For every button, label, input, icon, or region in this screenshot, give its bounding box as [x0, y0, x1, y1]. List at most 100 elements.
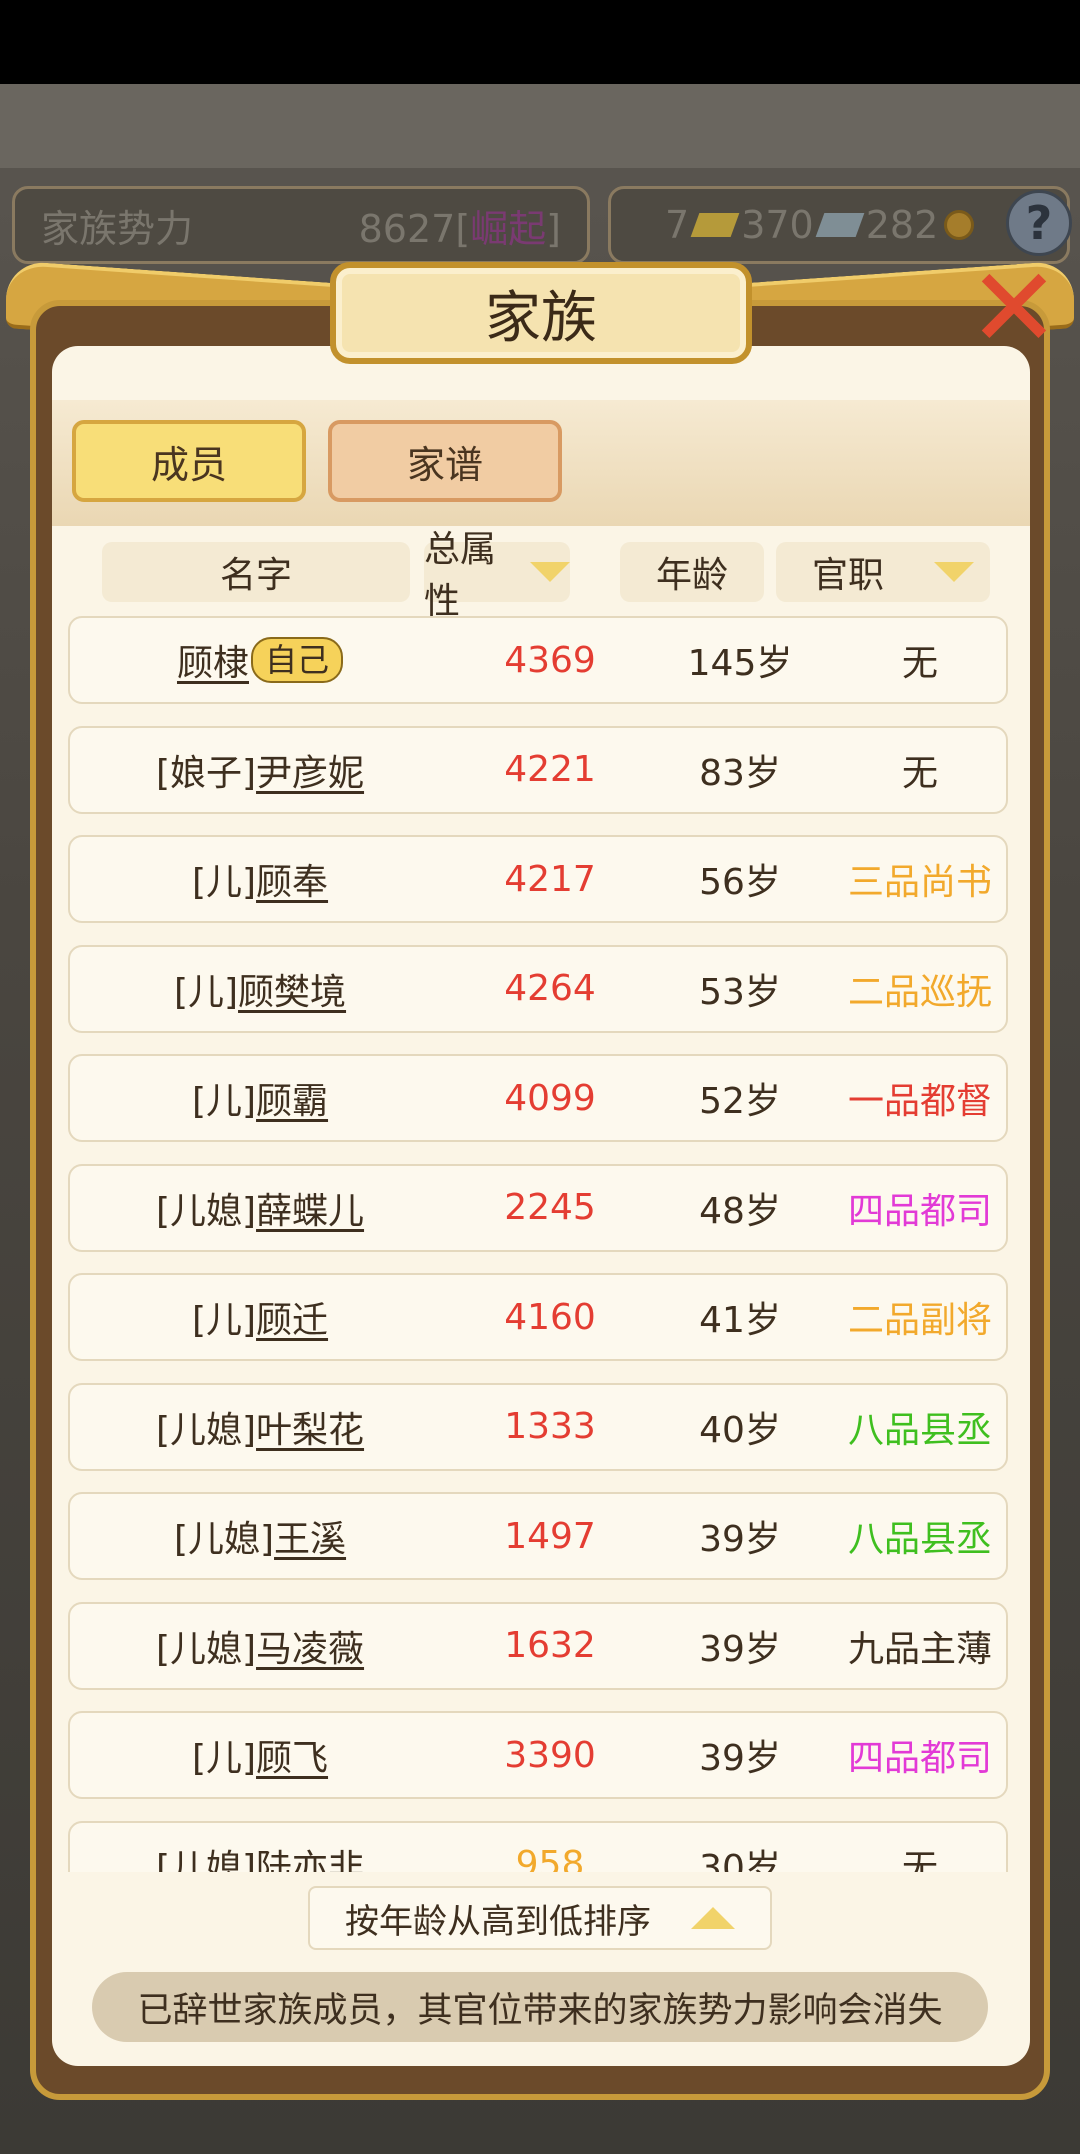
member-attr: 4221 [504, 749, 596, 790]
tab-genealogy[interactable]: 家谱 [328, 420, 562, 502]
member-row[interactable]: [儿媳] 叶梨花 1333 40岁 八品县丞 [68, 1382, 1008, 1471]
member-attr: 1333 [504, 1406, 596, 1447]
member-relation: [儿媳] [155, 1409, 257, 1451]
member-row[interactable]: [儿媳] 王溪 1497 39岁 八品县丞 [68, 1492, 1008, 1580]
member-name-link[interactable]: 顾樊境 [238, 963, 346, 1015]
member-relation: [儿] [191, 1081, 257, 1122]
member-office: 二品副将 [847, 1300, 992, 1341]
column-header-age[interactable]: 年龄 [620, 542, 764, 602]
coin-count: 282 [865, 203, 939, 247]
gold-count: 7 [665, 203, 690, 247]
member-age: 53岁 [699, 971, 781, 1013]
member-name-cell: [儿媳] 王溪 [70, 1494, 450, 1578]
member-age: 48岁 [699, 1190, 781, 1232]
power-label: 家族势力 [41, 206, 194, 251]
sort-up-icon [691, 1907, 735, 1929]
member-relation: [儿] [191, 1300, 257, 1341]
member-name-link[interactable]: 马凌薇 [256, 1620, 364, 1672]
self-badge: 自己 [251, 637, 344, 683]
member-row[interactable]: [儿] 顾奉 4217 56岁 三品尚书 [68, 835, 1008, 923]
member-office: 八品县丞 [847, 1409, 992, 1451]
member-name-link[interactable]: 顾迁 [256, 1291, 328, 1343]
member-relation: [儿媳] [155, 1628, 257, 1670]
member-row[interactable]: 顾棣 自己 4369 145岁 无 [68, 616, 1008, 704]
member-attr: 4264 [504, 968, 596, 1009]
coin-icon [944, 210, 975, 240]
column-header-name[interactable]: 名字 [102, 542, 410, 602]
member-row[interactable]: [娘子] 尹彦妮 4221 83岁 无 [68, 725, 1008, 814]
member-row[interactable]: [儿] 顾飞 3390 39岁 四品都司 [68, 1711, 1008, 1799]
sort-down-icon [530, 562, 570, 582]
member-attr: 4160 [504, 1296, 596, 1338]
member-name-link[interactable]: 顾飞 [256, 1729, 328, 1781]
member-name-link[interactable]: 尹彦妮 [256, 744, 364, 796]
member-name-cell: 顾棣 自己 [70, 618, 450, 702]
member-office: 三品尚书 [847, 862, 992, 903]
bracket-open: [ [455, 206, 471, 251]
member-attr: 4369 [504, 639, 596, 681]
panel-title: 家族 [330, 262, 752, 364]
member-office: 无 [901, 1847, 938, 1873]
filter-down-icon [934, 562, 974, 582]
power-number: 8627 [358, 206, 456, 251]
member-age: 145岁 [687, 643, 793, 684]
member-relation: [儿媳] [155, 1847, 257, 1873]
member-name-cell: [娘子] 尹彦妮 [70, 728, 450, 812]
column-attr-label: 总属性 [424, 529, 497, 622]
member-name-cell: [儿] 顾樊境 [70, 947, 450, 1031]
member-relation: [儿媳] [155, 1190, 257, 1232]
notice-text: 已辞世家族成员，其官位带来的家族势力影响会消失 [92, 1972, 988, 2042]
member-office: 无 [901, 643, 938, 684]
member-office: 八品县丞 [847, 1519, 992, 1560]
member-age: 39岁 [699, 1519, 781, 1560]
silver-ingot-icon [815, 213, 865, 237]
power-value: 8627[崛起] [359, 198, 561, 253]
column-header-attr[interactable]: 总属性 [424, 529, 570, 622]
member-age: 39岁 [699, 1738, 781, 1779]
member-row[interactable]: [儿媳] 马凌薇 1632 39岁 九品主薄 [68, 1601, 1008, 1690]
member-name-cell: [儿媳] 薛蝶儿 [70, 1166, 450, 1250]
family-power-display: 家族势力 8627[崛起] [12, 186, 590, 264]
member-age: 30岁 [699, 1847, 781, 1873]
member-row[interactable]: [儿] 顾霸 4099 52岁 一品都督 [68, 1054, 1008, 1142]
close-button[interactable]: ✕ [966, 253, 1062, 363]
member-attr: 3390 [504, 1734, 596, 1776]
member-office: 九品主薄 [847, 1628, 992, 1670]
column-age-label: 年龄 [655, 555, 728, 596]
sort-order-label: 按年龄从高到低排序 [345, 1901, 651, 1942]
column-header-title[interactable]: 官职 [776, 542, 990, 602]
member-row[interactable]: [儿媳] 陆亦非 958 30岁 无 [68, 1820, 1008, 1873]
silver-count: 370 [741, 203, 814, 247]
member-name-link[interactable]: 叶梨花 [256, 1401, 364, 1453]
member-attr: 4099 [504, 1077, 596, 1119]
sort-order-button[interactable]: 按年龄从高到低排序 [308, 1886, 772, 1950]
member-row[interactable]: [儿] 顾迁 4160 41岁 二品副将 [68, 1273, 1008, 1361]
member-age: 41岁 [699, 1300, 781, 1341]
member-relation: [儿媳] [173, 1519, 275, 1560]
member-name-link[interactable]: 顾奉 [256, 853, 328, 905]
member-name-link[interactable]: 顾棣 [177, 634, 249, 686]
member-list[interactable]: 顾棣 自己 4369 145岁无 [娘子] 尹彦妮 4221 83岁无 [儿] 顾奉 4217 56岁… [68, 616, 1010, 1872]
member-name-link[interactable]: 薛蝶儿 [256, 1182, 364, 1234]
member-age: 52岁 [699, 1081, 781, 1122]
member-name-link[interactable]: 王溪 [274, 1510, 346, 1562]
tab-members[interactable]: 成员 [72, 420, 306, 502]
member-row[interactable]: [儿] 顾樊境 4264 53岁 二品巡抚 [68, 944, 1008, 1033]
member-name-cell: [儿] 顾霸 [70, 1056, 450, 1140]
member-office: 四品都司 [847, 1738, 992, 1779]
member-name-cell: [儿媳] 马凌薇 [70, 1604, 450, 1688]
column-title-label: 官职 [811, 555, 884, 596]
member-name-cell: [儿] 顾奉 [70, 837, 450, 921]
power-rank: 崛起 [470, 206, 547, 251]
member-row[interactable]: [儿媳] 薛蝶儿 2245 48岁 四品都司 [68, 1163, 1008, 1252]
member-attr: 958 [515, 1844, 585, 1872]
member-relation: [儿] [173, 971, 239, 1013]
member-relation: [娘子] [155, 752, 257, 794]
member-name-link[interactable]: 顾霸 [256, 1072, 328, 1124]
member-office: 一品都督 [847, 1081, 992, 1122]
member-name-cell: [儿媳] 陆亦非 [70, 1823, 450, 1873]
member-name-link[interactable]: 陆亦非 [256, 1839, 364, 1873]
member-age: 40岁 [699, 1409, 781, 1451]
status-bar [0, 0, 1080, 84]
member-attr: 1632 [504, 1625, 596, 1666]
